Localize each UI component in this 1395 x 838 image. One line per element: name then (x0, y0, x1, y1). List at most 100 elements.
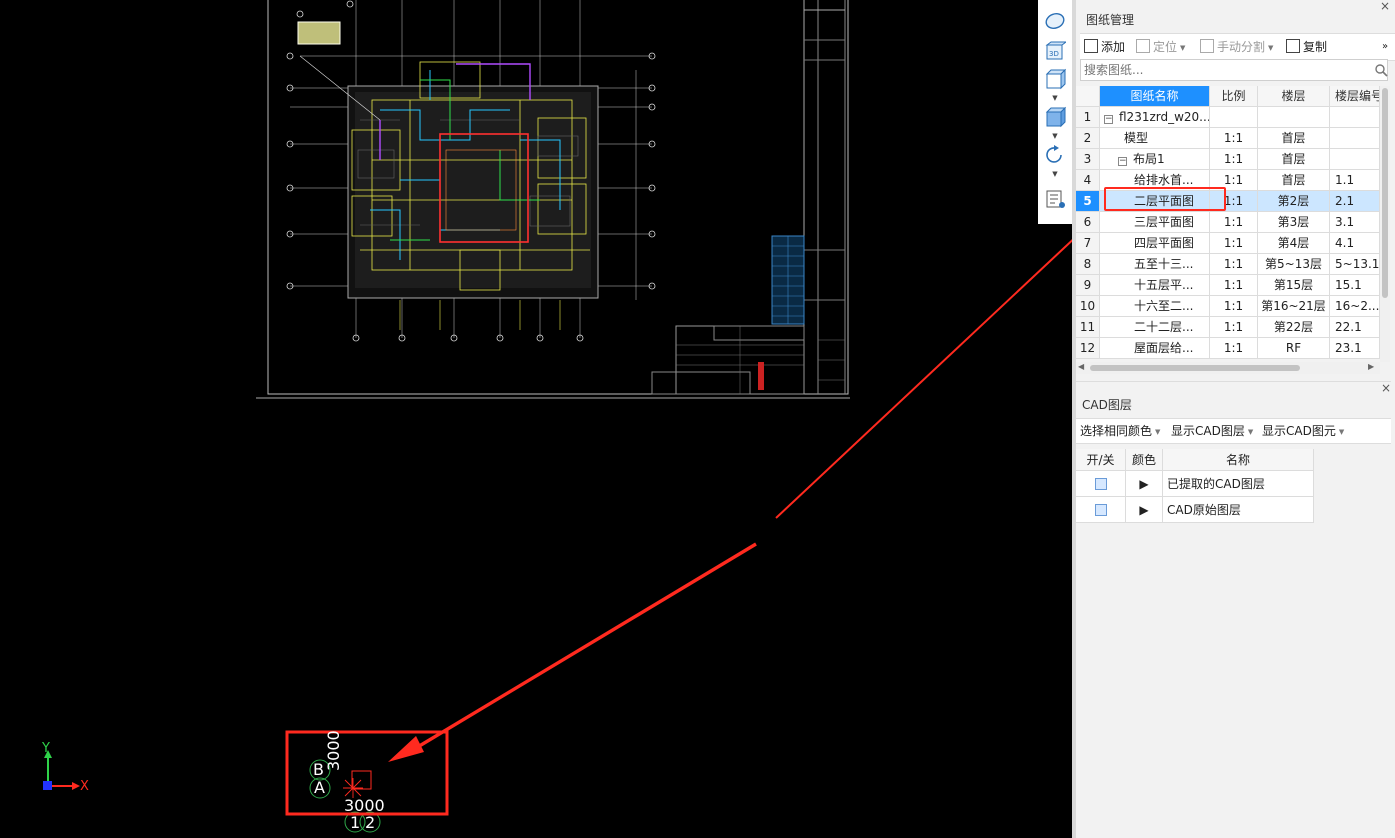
layer-row-original[interactable]: ▶ CAD原始图层 (1076, 497, 1314, 523)
row-scale[interactable]: 1:1 (1210, 275, 1258, 296)
row-scale[interactable]: 1:1 (1210, 254, 1258, 275)
hscroll-thumb[interactable] (1090, 365, 1300, 371)
row-floor-code[interactable]: 22.1 (1330, 317, 1380, 338)
select-same-color-button[interactable]: 选择相同颜色 ▼ (1080, 422, 1160, 440)
row-floor[interactable]: 首层 (1258, 170, 1330, 191)
row-floor[interactable] (1258, 107, 1330, 128)
layer-panel-close-icon[interactable]: × (1380, 382, 1392, 394)
row-drawing-name[interactable]: 三层平面图 (1100, 212, 1210, 233)
row-drawing-name[interactable]: 十六至二... (1100, 296, 1210, 317)
row-drawing-name[interactable]: 模型 (1100, 128, 1210, 149)
table-row[interactable]: 8 五至十三... 1:1 第5~13层 5~13.1 (1076, 254, 1380, 275)
row-floor-code[interactable]: 2.1 (1330, 191, 1380, 212)
view-3d-icon[interactable]: 3D (1042, 38, 1068, 64)
row-drawing-name[interactable]: 四层平面图 (1100, 233, 1210, 254)
layer-visible-checkbox[interactable] (1094, 504, 1107, 516)
scroll-right-icon[interactable]: ▶ (1368, 362, 1374, 371)
row-scale[interactable]: 1:1 (1210, 338, 1258, 359)
split-dropdown-icon[interactable]: ▼ (1268, 44, 1273, 52)
table-vertical-scrollbar[interactable] (1380, 86, 1390, 362)
row-drawing-name[interactable]: 二十二层... (1100, 317, 1210, 338)
row-floor-code[interactable] (1330, 128, 1380, 149)
row-floor[interactable]: 首层 (1258, 149, 1330, 170)
locate-dropdown-icon[interactable]: ▼ (1180, 44, 1185, 52)
properties-list-icon[interactable] (1042, 186, 1068, 212)
row-drawing-name[interactable]: − fl231zrd_w20... (1100, 107, 1210, 128)
row-floor-code[interactable] (1330, 149, 1380, 170)
orbit-icon[interactable] (1042, 8, 1068, 34)
row-floor[interactable]: RF (1258, 338, 1330, 359)
row-drawing-name[interactable]: − 布局1 (1100, 149, 1210, 170)
row-floor[interactable]: 首层 (1258, 128, 1330, 149)
table-row[interactable]: 7 四层平面图 1:1 第4层 4.1 (1076, 233, 1380, 254)
header-floor-code[interactable]: 楼层编号 (1330, 86, 1380, 107)
table-row[interactable]: 3− 布局1 1:1 首层 (1076, 149, 1380, 170)
row-scale[interactable]: 1:1 (1210, 212, 1258, 233)
row-scale[interactable]: 1:1 (1210, 128, 1258, 149)
search-icon[interactable] (1374, 63, 1388, 77)
row-scale[interactable]: 1:1 (1210, 317, 1258, 338)
row-drawing-name[interactable]: 十五层平... (1100, 275, 1210, 296)
show-cad-layer-button[interactable]: 显示CAD图层 ▼ (1171, 422, 1253, 440)
header-drawing-name[interactable]: 图纸名称 (1100, 86, 1210, 107)
row-floor-code[interactable]: 1.1 (1330, 170, 1380, 191)
shaded-dropdown-icon[interactable]: ▼ (1050, 132, 1060, 140)
row-scale[interactable]: 1:1 (1210, 296, 1258, 317)
row-floor[interactable]: 第15层 (1258, 275, 1330, 296)
row-floor[interactable]: 第16~21层 (1258, 296, 1330, 317)
row-floor-code[interactable]: 16~2... (1330, 296, 1380, 317)
row-floor[interactable]: 第2层 (1258, 191, 1330, 212)
manual-split-button[interactable]: 手动分割 ▼ (1200, 38, 1273, 56)
row-scale[interactable] (1210, 107, 1258, 128)
locate-button[interactable]: 定位 ▼ (1136, 38, 1185, 56)
header-floor[interactable]: 楼层 (1258, 86, 1330, 107)
drawing-search-input[interactable] (1080, 59, 1388, 81)
table-row[interactable]: 2 模型 1:1 首层 (1076, 128, 1380, 149)
layer-expand-icon[interactable]: ▶ (1126, 497, 1163, 523)
header-scale[interactable]: 比例 (1210, 86, 1258, 107)
table-horizontal-scrollbar[interactable]: ◀ ▶ (1076, 362, 1380, 374)
row-scale[interactable]: 1:1 (1210, 149, 1258, 170)
show-cad-element-button[interactable]: 显示CAD图元 ▼ (1262, 422, 1344, 440)
select-same-color-dropdown-icon[interactable]: ▼ (1155, 428, 1160, 436)
scroll-left-icon[interactable]: ◀ (1078, 362, 1084, 371)
collapse-icon[interactable]: − (1118, 157, 1127, 166)
row-floor-code[interactable]: 15.1 (1330, 275, 1380, 296)
vscroll-thumb[interactable] (1382, 88, 1388, 298)
table-row[interactable]: 6 三层平面图 1:1 第3层 3.1 (1076, 212, 1380, 233)
row-floor-code[interactable]: 23.1 (1330, 338, 1380, 359)
table-row[interactable]: 9 十五层平... 1:1 第15层 15.1 (1076, 275, 1380, 296)
rotate-icon[interactable] (1042, 142, 1068, 168)
toolbar-overflow-icon[interactable]: » (1382, 38, 1388, 56)
show-cad-element-dropdown-icon[interactable]: ▼ (1339, 428, 1344, 436)
layer-visible-checkbox[interactable] (1094, 478, 1107, 490)
row-floor-code[interactable] (1330, 107, 1380, 128)
row-scale[interactable]: 1:1 (1210, 233, 1258, 254)
layer-toggle[interactable] (1076, 497, 1126, 523)
layer-expand-icon[interactable]: ▶ (1126, 471, 1163, 497)
row-floor-code[interactable]: 5~13.1 (1330, 254, 1380, 275)
row-floor[interactable]: 第4层 (1258, 233, 1330, 254)
row-floor[interactable]: 第3层 (1258, 212, 1330, 233)
row-floor[interactable]: 第5~13层 (1258, 254, 1330, 275)
rotate-dropdown-icon[interactable]: ▼ (1050, 170, 1060, 178)
collapse-icon[interactable]: − (1104, 115, 1113, 124)
row-floor-code[interactable]: 3.1 (1330, 212, 1380, 233)
view-cube-dropdown-icon[interactable]: ▼ (1050, 94, 1060, 102)
view-cube-icon[interactable] (1042, 66, 1068, 92)
show-cad-layer-dropdown-icon[interactable]: ▼ (1248, 428, 1253, 436)
row-drawing-name[interactable]: 屋面层给... (1100, 338, 1210, 359)
row-floor-code[interactable]: 4.1 (1330, 233, 1380, 254)
add-drawing-button[interactable]: 添加 (1084, 38, 1125, 56)
copy-button[interactable]: 复制 (1286, 38, 1327, 56)
row-floor[interactable]: 第22层 (1258, 317, 1330, 338)
table-row[interactable]: 10 十六至二... 1:1 第16~21层 16~2... (1076, 296, 1380, 317)
view-shaded-cube-icon[interactable] (1042, 104, 1068, 130)
table-row[interactable]: 12 屋面层给... 1:1 RF 23.1 (1076, 338, 1380, 359)
layer-row-extracted[interactable]: ▶ 已提取的CAD图层 (1076, 471, 1314, 497)
cad-drawing-view[interactable] (0, 0, 1072, 838)
table-row[interactable]: 1− fl231zrd_w20... (1076, 107, 1380, 128)
cad-canvas[interactable]: Y X B A 1 2 3000 3000 (0, 0, 1072, 838)
layer-toggle[interactable] (1076, 471, 1126, 497)
table-row[interactable]: 11 二十二层... 1:1 第22层 22.1 (1076, 317, 1380, 338)
